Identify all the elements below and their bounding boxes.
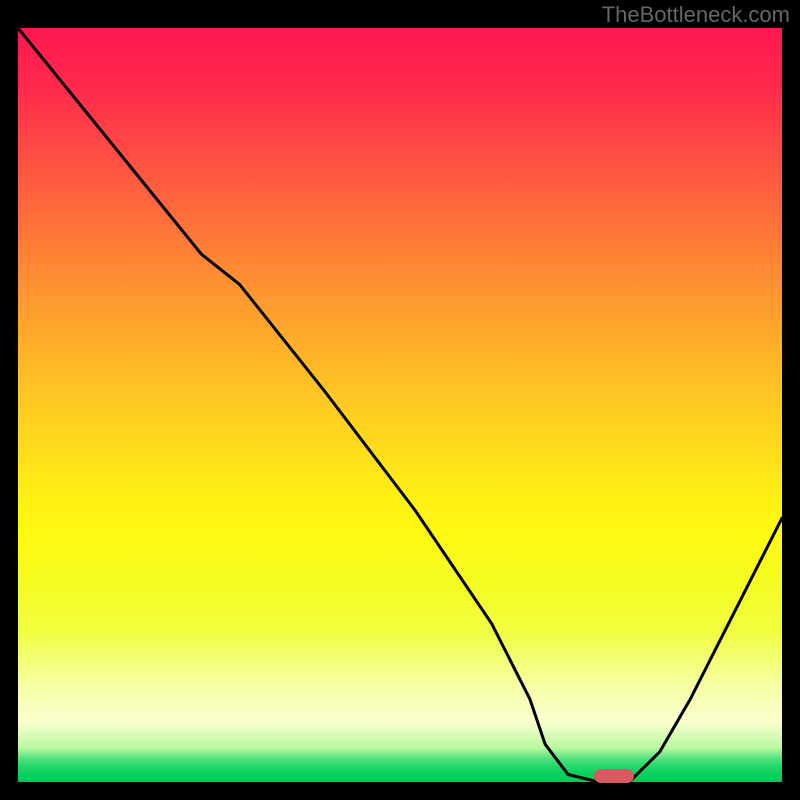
bottleneck-curve	[18, 28, 782, 782]
curve-svg	[18, 28, 782, 782]
watermark-text: TheBottleneck.com	[602, 2, 790, 28]
chart-container: TheBottleneck.com	[0, 0, 800, 800]
optimal-marker	[594, 769, 634, 783]
plot-area	[18, 28, 782, 782]
